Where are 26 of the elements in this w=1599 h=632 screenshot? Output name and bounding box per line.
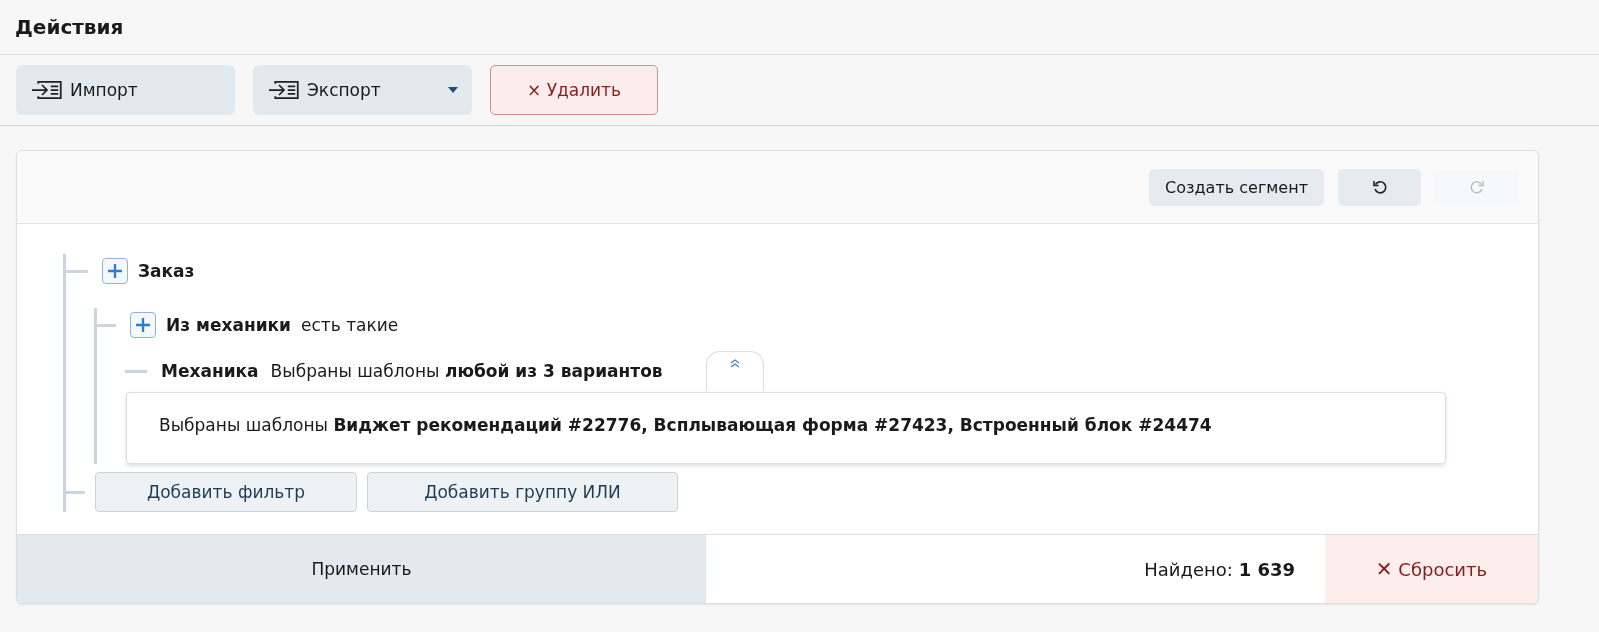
export-button[interactable]: Экспорт: [253, 65, 472, 115]
group-note: есть такие: [301, 315, 399, 335]
undo-button[interactable]: [1338, 168, 1421, 206]
redo-icon: [1468, 179, 1485, 195]
add-filter-button[interactable]: Добавить группу ИЛИ: [367, 472, 678, 512]
apply-button[interactable]: Применить: [17, 535, 706, 603]
group-title: Заказ: [138, 261, 195, 281]
import-export-icon: [30, 80, 64, 100]
chevron-icon: [729, 358, 741, 368]
filter-title: Механика: [161, 361, 259, 381]
filter-summary: Выбраны шаблоны любой из 3 вариантов: [270, 361, 663, 381]
import-button[interactable]: Импорт: [16, 65, 235, 115]
import-export-icon: [267, 80, 301, 100]
undo-icon: [1371, 179, 1388, 195]
page-title: Действия: [15, 15, 124, 39]
add-icon[interactable]: [102, 258, 128, 284]
add-icon[interactable]: [130, 312, 156, 338]
group-title: Из механики: [166, 315, 291, 335]
filter-detail: Выбраны шаблоны Виджет рекомендаций #22776, Всплывающая форма #27423, Встроенный блок #24474: [159, 415, 1212, 435]
found-count: Найдено: 1 639: [1144, 558, 1295, 580]
delete-button[interactable]: × Удалить: [490, 65, 658, 115]
collapse-toggle[interactable]: [706, 351, 764, 391]
create-segment-button[interactable]: Создать сегмент: [1149, 168, 1324, 206]
reset-button[interactable]: ✕ Сбросить: [1325, 535, 1538, 603]
caret-icon: [448, 87, 458, 93]
add-filter-button[interactable]: Добавить фильтр: [95, 472, 357, 512]
